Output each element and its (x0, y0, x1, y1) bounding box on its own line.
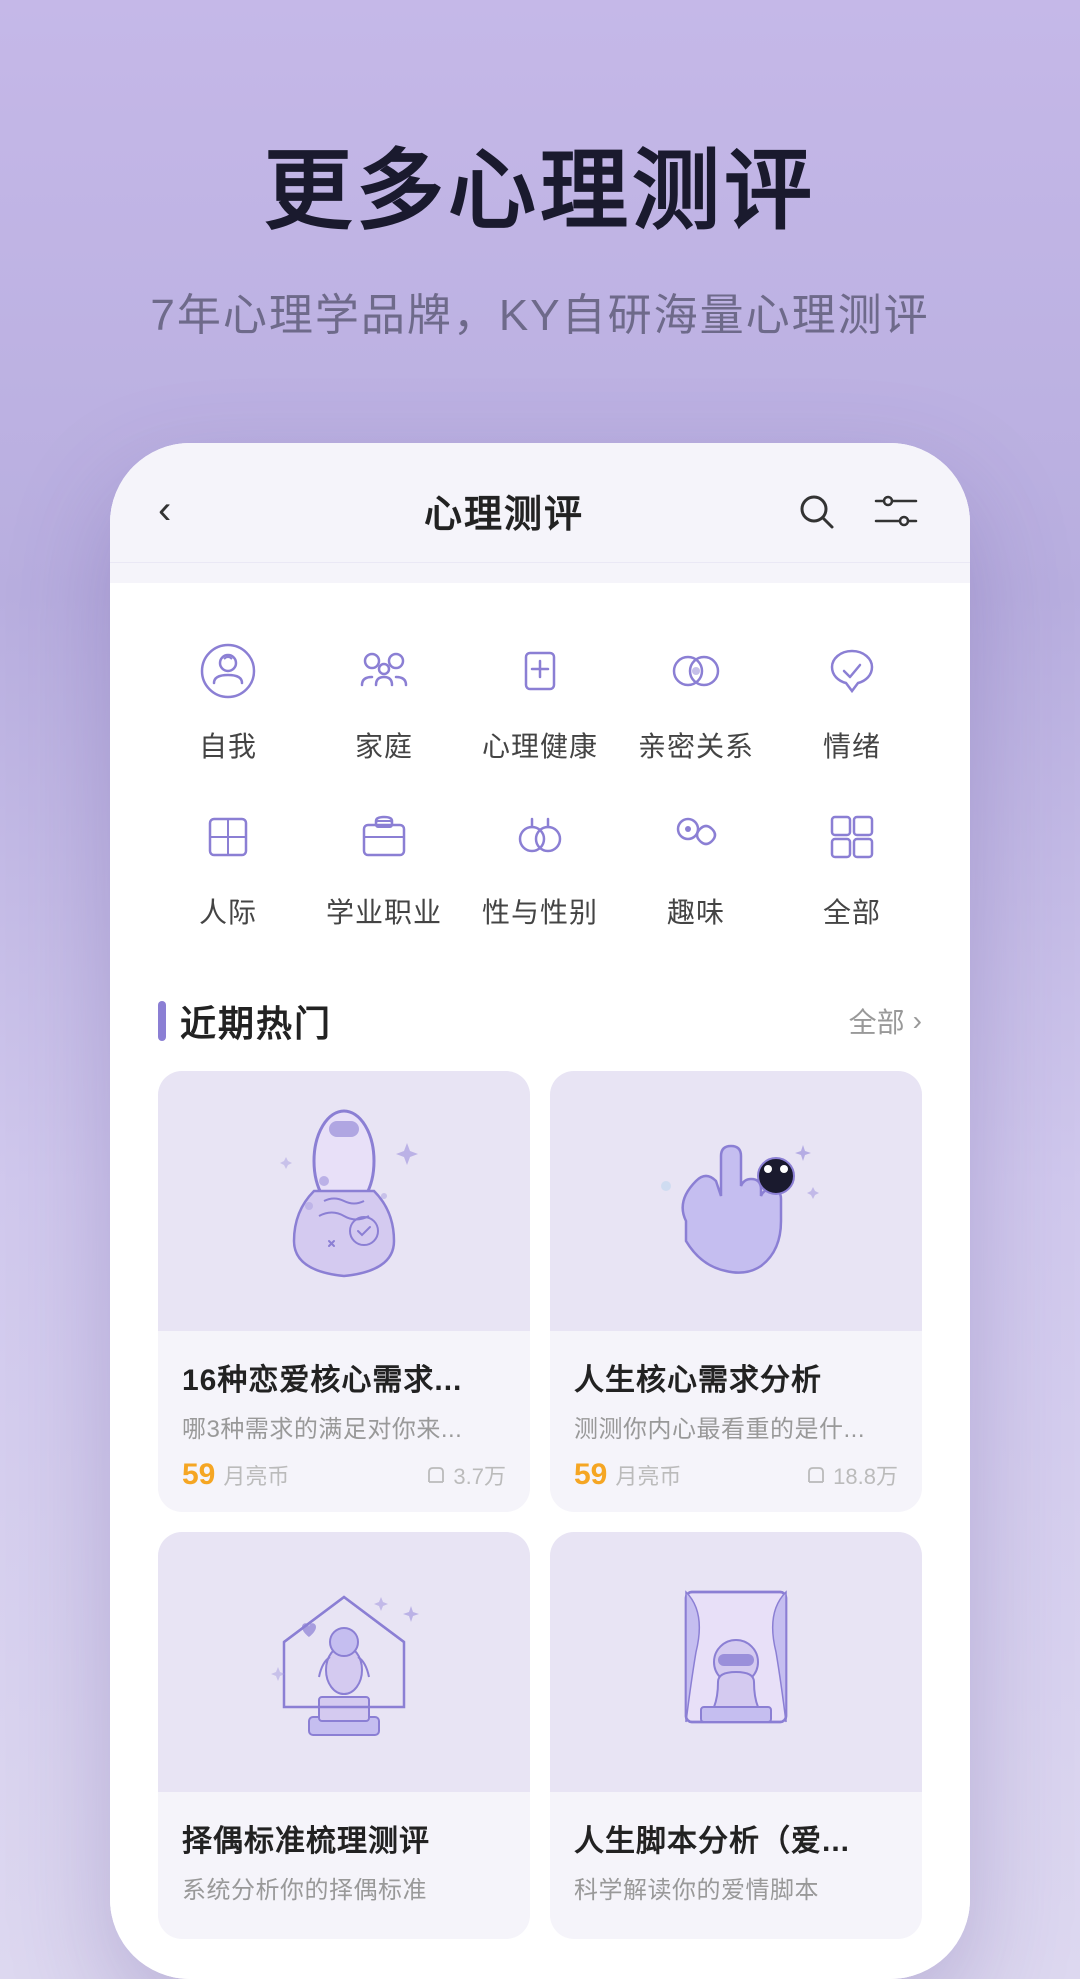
category-family-label: 家庭 (355, 725, 413, 765)
section-header: 近期热门 全部 › (110, 955, 970, 1071)
section-title-wrap: 近期热门 (158, 995, 332, 1047)
card-4-desc: 科学解读你的爱情脚本 (574, 1870, 898, 1905)
category-social-label: 人际 (199, 891, 257, 931)
relationship-icon (656, 631, 736, 711)
category-fun-label: 趣味 (667, 891, 725, 931)
card-2-meta: 59 月亮币 18.8万 (574, 1458, 898, 1492)
category-self-label: 自我 (199, 725, 257, 765)
card-1-title: 16种恋爱核心需求... (182, 1355, 506, 1399)
mental-icon (500, 631, 580, 711)
card-1-desc: 哪3种需求的满足对你来... (182, 1409, 506, 1444)
section-title: 近期热门 (180, 995, 332, 1047)
categories-grid: 自我 家庭 (158, 631, 922, 931)
card-4-image (550, 1532, 922, 1792)
social-icon (188, 797, 268, 877)
filter-icon[interactable] (870, 485, 922, 537)
card-3-title: 择偶标准梳理测评 (182, 1816, 506, 1860)
categories-section: 自我 家庭 (110, 583, 970, 955)
category-family[interactable]: 家庭 (314, 631, 454, 765)
search-icon[interactable] (790, 485, 842, 537)
card-1-body: 16种恋爱核心需求... 哪3种需求的满足对你来... 59 月亮币 3.7万 (158, 1331, 530, 1512)
phone-mockup: ‹ 心理测评 (110, 443, 970, 1979)
app-header: ‹ 心理测评 (110, 443, 970, 563)
category-career-label: 学业职业 (326, 891, 442, 931)
card-3-body: 择偶标准梳理测评 系统分析你的择偶标准 (158, 1792, 530, 1939)
section-more-button[interactable]: 全部 › (849, 1001, 922, 1041)
category-mental-label: 心理健康 (482, 725, 598, 765)
page-subtitle: 7年心理学品牌，KY自研海量心理测评 (60, 279, 1020, 343)
card-3[interactable]: 择偶标准梳理测评 系统分析你的择偶标准 (158, 1532, 530, 1939)
category-social[interactable]: 人际 (158, 797, 298, 931)
category-fun[interactable]: 趣味 (626, 797, 766, 931)
page-title: 更多心理测评 (60, 120, 1020, 247)
card-1-image (158, 1071, 530, 1331)
back-button[interactable]: ‹ (158, 488, 218, 533)
section-title-bar (158, 1001, 166, 1041)
category-all[interactable]: 全部 (782, 797, 922, 931)
card-1-meta: 59 月亮币 3.7万 (182, 1458, 506, 1492)
gender-icon (500, 797, 580, 877)
card-1-count: 3.7万 (425, 1459, 506, 1491)
card-2-count: 18.8万 (805, 1459, 898, 1491)
card-3-desc: 系统分析你的择偶标准 (182, 1870, 506, 1905)
career-icon (344, 797, 424, 877)
category-career[interactable]: 学业职业 (314, 797, 454, 931)
card-2-desc: 测测你内心最看重的是什... (574, 1409, 898, 1444)
category-self[interactable]: 自我 (158, 631, 298, 765)
category-relationship[interactable]: 亲密关系 (626, 631, 766, 765)
category-gender[interactable]: 性与性别 (470, 797, 610, 931)
category-gender-label: 性与性别 (482, 891, 598, 931)
app-title: 心理测评 (424, 483, 584, 538)
category-mood-label: 情绪 (823, 725, 881, 765)
card-2-body: 人生核心需求分析 测测你内心最看重的是什... 59 月亮币 18.8万 (550, 1331, 922, 1512)
card-2-price: 59 月亮币 (574, 1458, 681, 1492)
card-2-image (550, 1071, 922, 1331)
card-3-image (158, 1532, 530, 1792)
category-mood[interactable]: 情绪 (782, 631, 922, 765)
mood-icon (812, 631, 892, 711)
page-header: 更多心理测评 7年心理学品牌，KY自研海量心理测评 (0, 0, 1080, 403)
cards-grid: 16种恋爱核心需求... 哪3种需求的满足对你来... 59 月亮币 3.7万 (110, 1071, 970, 1979)
self-icon (188, 631, 268, 711)
card-4-body: 人生脚本分析（爱... 科学解读你的爱情脚本 (550, 1792, 922, 1939)
card-2-title: 人生核心需求分析 (574, 1355, 898, 1399)
category-relationship-label: 亲密关系 (638, 725, 754, 765)
all-icon (812, 797, 892, 877)
fun-icon (656, 797, 736, 877)
category-mental[interactable]: 心理健康 (470, 631, 610, 765)
category-all-label: 全部 (823, 891, 881, 931)
card-2[interactable]: 人生核心需求分析 测测你内心最看重的是什... 59 月亮币 18.8万 (550, 1071, 922, 1512)
phone-screen: ‹ 心理测评 (110, 443, 970, 1979)
card-4[interactable]: 人生脚本分析（爱... 科学解读你的爱情脚本 (550, 1532, 922, 1939)
card-1-price: 59 月亮币 (182, 1458, 289, 1492)
card-4-title: 人生脚本分析（爱... (574, 1816, 898, 1860)
header-icons (790, 485, 922, 537)
family-icon (344, 631, 424, 711)
card-1[interactable]: 16种恋爱核心需求... 哪3种需求的满足对你来... 59 月亮币 3.7万 (158, 1071, 530, 1512)
